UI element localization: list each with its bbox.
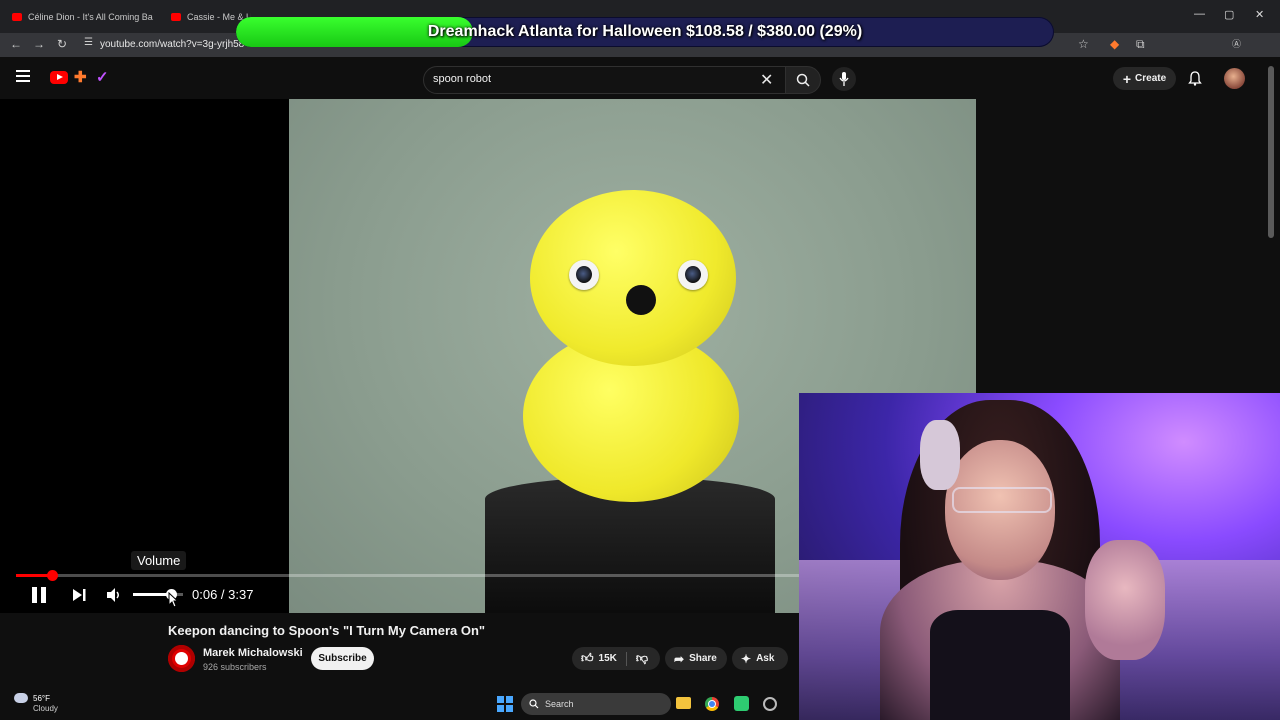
share-button[interactable]: ➦ Share	[665, 647, 727, 670]
url-field[interactable]: youtube.com/watch?v=3g-yrjh58	[100, 39, 244, 50]
page-scrollbar[interactable]	[1268, 66, 1274, 238]
donation-goal-bar: Dreamhack Atlanta for Halloween $108.58 …	[236, 17, 1054, 47]
forward-icon[interactable]: →	[33, 37, 45, 51]
ask-button[interactable]: ✦ Ask	[732, 647, 788, 670]
subscriber-count: 926 subscribers	[203, 662, 267, 672]
site-info-icon[interactable]: ☰	[84, 37, 93, 48]
progress-bar[interactable]	[16, 574, 800, 577]
account-avatar[interactable]	[1224, 68, 1245, 89]
taskbar-search[interactable]	[521, 693, 671, 715]
cloud-icon[interactable]	[14, 693, 28, 703]
streamer-logo-check-icon: ✓	[96, 69, 109, 86]
ask-label: Ask	[756, 653, 775, 664]
mic-icon	[839, 72, 849, 86]
time-display: 0:06 / 3:37	[192, 587, 254, 602]
close-window-icon[interactable]: ✕	[1255, 8, 1264, 21]
search-icon	[529, 699, 539, 709]
folder-icon[interactable]	[676, 697, 691, 709]
next-button[interactable]	[72, 589, 86, 601]
progress-scrubber[interactable]	[47, 570, 58, 581]
volume-icon[interactable]	[106, 587, 122, 603]
bell-icon[interactable]	[1188, 71, 1202, 86]
dislike-icon[interactable]: 👎︎	[636, 651, 648, 666]
pause-icon	[41, 587, 46, 603]
youtube-favicon-icon	[171, 13, 181, 21]
app-icon[interactable]	[763, 697, 777, 711]
weather-temperature[interactable]: 56°F	[33, 694, 50, 703]
chrome-icon[interactable]	[705, 697, 719, 711]
headphones	[920, 420, 960, 490]
create-label: Create	[1135, 73, 1167, 84]
divider	[625, 651, 627, 666]
create-button[interactable]: + Create	[1113, 67, 1176, 90]
maximize-icon[interactable]: ▢	[1224, 8, 1234, 21]
windows-icon[interactable]	[497, 696, 513, 712]
video-title: Keepon dancing to Spoon's "I Turn My Cam…	[168, 623, 486, 638]
robot-eye-left	[569, 260, 599, 290]
like-dislike-group: 👍︎ 15K 👎︎	[572, 647, 660, 670]
youtube-logo-icon[interactable]	[50, 71, 68, 84]
streamer-logo-icon: ✚	[74, 69, 87, 86]
streamer-hand	[1085, 540, 1165, 660]
browser-tab[interactable]: Céline Dion - It's All Coming Ba ✕	[12, 6, 160, 28]
taskbar-search-label[interactable]: Search	[545, 699, 574, 709]
robot-eye-right	[678, 260, 708, 290]
reload-icon[interactable]: ↻	[57, 37, 67, 51]
volume-tooltip: Volume	[131, 551, 187, 570]
channel-name[interactable]: Marek Michalowski	[203, 647, 303, 659]
weather-condition[interactable]: Cloudy	[33, 704, 58, 713]
voice-search-button[interactable]	[832, 67, 856, 91]
channel-avatar[interactable]	[168, 645, 195, 672]
minimize-icon[interactable]: —	[1194, 8, 1205, 20]
puzzle-icon[interactable]: ⧉	[1136, 37, 1145, 52]
extension-icon[interactable]: ◆	[1110, 37, 1119, 51]
like-icon[interactable]: 👍︎	[581, 651, 594, 666]
bookmark-star-icon[interactable]: ☆	[1078, 37, 1089, 51]
mouse-cursor-icon	[168, 592, 178, 608]
clear-search-icon[interactable]: ✕	[760, 70, 773, 90]
like-count[interactable]: 15K	[599, 653, 617, 664]
share-label: Share	[689, 653, 717, 664]
streamer-top	[930, 610, 1070, 720]
subscribe-button[interactable]: Subscribe	[311, 647, 374, 670]
pause-icon	[32, 587, 37, 603]
search-button[interactable]	[785, 66, 821, 94]
pause-button[interactable]	[31, 587, 47, 603]
plus-icon: +	[1122, 70, 1132, 87]
menu-icon[interactable]	[16, 70, 30, 82]
robot-nose	[626, 285, 656, 315]
tab-title: Céline Dion - It's All Coming Ba	[28, 12, 153, 22]
share-icon: ➦	[674, 651, 685, 666]
close-tab-icon[interactable]: ✕	[159, 12, 160, 23]
search-icon	[796, 73, 810, 87]
streamer-glasses	[952, 487, 1052, 513]
profile-icon[interactable]: Ⓐ	[1232, 37, 1241, 50]
sparkle-icon: ✦	[741, 651, 752, 666]
youtube-favicon-icon	[12, 13, 22, 21]
donation-goal-text: Dreamhack Atlanta for Halloween $108.58 …	[427, 23, 863, 40]
app-icon[interactable]	[734, 696, 749, 711]
search-query[interactable]: spoon robot	[433, 73, 491, 85]
back-icon[interactable]: ←	[10, 37, 22, 51]
